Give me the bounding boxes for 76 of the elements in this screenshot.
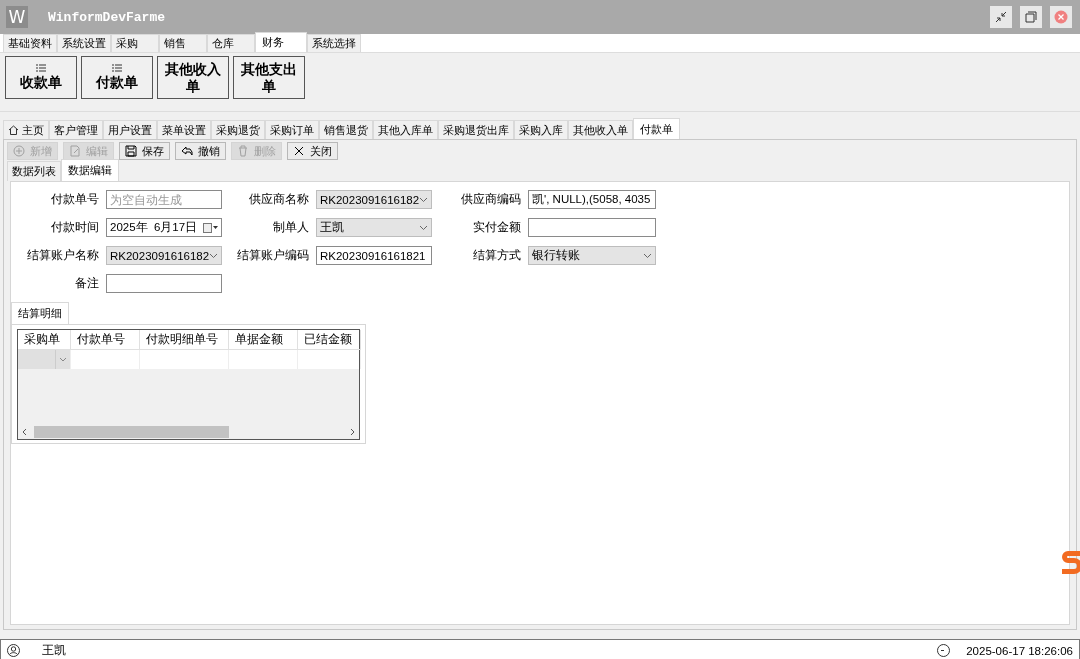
- menu-tab[interactable]: 仓库: [207, 34, 255, 52]
- document-tab[interactable]: 采购退货出库: [438, 120, 514, 139]
- ribbon-button[interactable]: 其他支出单: [233, 56, 305, 99]
- toolbar-button[interactable]: 关闭: [287, 142, 338, 160]
- document-edit-icon: [69, 145, 81, 157]
- dropdown-field[interactable]: 王凯: [316, 218, 432, 237]
- close-button[interactable]: [1050, 6, 1072, 28]
- document-tab[interactable]: 采购订单: [265, 120, 319, 139]
- document-tab[interactable]: 用户设置: [103, 120, 157, 139]
- close-icon: [293, 145, 305, 157]
- chevron-down-icon[interactable]: [419, 224, 428, 231]
- home-icon: [8, 125, 19, 135]
- text-field[interactable]: [106, 274, 222, 293]
- menu-tab[interactable]: 销售: [159, 34, 207, 52]
- list-icon: [112, 64, 122, 72]
- restore-button[interactable]: [1020, 6, 1042, 28]
- field-label: 结算账户名称: [26, 248, 99, 263]
- document-tab[interactable]: 主页: [3, 120, 49, 139]
- field-label: 付款时间: [50, 220, 99, 235]
- toolbar-button[interactable]: 撤销: [175, 142, 226, 160]
- document-tab[interactable]: 采购退货: [211, 120, 265, 139]
- ribbon-button[interactable]: 其他收入单: [157, 56, 229, 99]
- undo-arrow-icon: [181, 145, 193, 157]
- field-label: 付款单号: [50, 192, 99, 207]
- document-tab[interactable]: 付款单: [633, 118, 680, 139]
- window-title: WinformDevFarme: [48, 9, 167, 25]
- ribbon-button[interactable]: 收款单: [5, 56, 77, 99]
- field-label: 供应商名称: [248, 192, 309, 207]
- field-label: 制单人: [272, 220, 309, 235]
- user-icon: [7, 644, 20, 657]
- text-field[interactable]: RK20230916161821: [316, 246, 432, 265]
- document-tab[interactable]: 菜单设置: [157, 120, 211, 139]
- document-tab[interactable]: 客户管理: [49, 120, 103, 139]
- list-icon: [36, 64, 46, 72]
- document-tab[interactable]: 其他入库单: [373, 120, 438, 139]
- sub-tab[interactable]: 数据编辑: [61, 159, 119, 181]
- app-logo: W: [6, 6, 28, 28]
- dropdown-field[interactable]: RK2023091616182: [316, 190, 432, 209]
- ribbon-button[interactable]: 付款单: [81, 56, 153, 99]
- minimize-button[interactable]: [990, 6, 1012, 28]
- grid-dropdown-cell[interactable]: [18, 350, 71, 369]
- save-icon: [125, 145, 137, 157]
- close-icon: [1054, 10, 1068, 24]
- detail-tab[interactable]: 结算明细: [11, 302, 69, 324]
- document-tab[interactable]: 销售退货: [319, 120, 373, 139]
- sub-tab[interactable]: 数据列表: [7, 161, 61, 181]
- date-picker[interactable]: 2025年 6月17日: [106, 218, 222, 237]
- document-tab[interactable]: 其他收入单: [568, 120, 633, 139]
- restore-icon: [1025, 11, 1037, 23]
- chevron-down-icon[interactable]: [419, 196, 429, 203]
- text-field[interactable]: [528, 218, 656, 237]
- menu-tab[interactable]: 基础资料: [3, 34, 57, 52]
- user-name: 王凯: [42, 643, 66, 658]
- chevron-down-icon[interactable]: [643, 252, 652, 259]
- field-label: 结算账户编码: [236, 248, 309, 263]
- dropdown-field[interactable]: RK2023091616182: [106, 246, 222, 265]
- document-tab[interactable]: 采购入库: [514, 120, 568, 139]
- text-field[interactable]: 为空自动生成: [106, 190, 222, 209]
- toolbar-button[interactable]: 保存: [119, 142, 170, 160]
- text-field[interactable]: 凯', NULL),(5058, 4035: [528, 190, 656, 209]
- field-label: 实付金额: [472, 220, 521, 235]
- menu-tab[interactable]: 财务: [255, 32, 307, 52]
- shrink-arrows-icon: [995, 11, 1007, 23]
- menu-tab[interactable]: 系统设置: [57, 34, 111, 52]
- plus-circle-icon: [13, 145, 25, 157]
- field-label: 结算方式: [472, 248, 521, 263]
- status-datetime: 2025-06-17 18:26:06: [966, 644, 1073, 657]
- menu-tab[interactable]: 系统选择: [307, 34, 361, 52]
- field-label: 备注: [74, 276, 99, 291]
- chevron-down-icon[interactable]: [209, 252, 219, 259]
- input-method-icon[interactable]: [1060, 549, 1080, 575]
- calendar-dropdown-icon[interactable]: [203, 222, 218, 233]
- field-label: 供应商编码: [460, 192, 521, 207]
- menu-tab[interactable]: 采购: [111, 34, 159, 52]
- dropdown-field[interactable]: 银行转账: [528, 246, 656, 265]
- trash-icon: [237, 145, 249, 157]
